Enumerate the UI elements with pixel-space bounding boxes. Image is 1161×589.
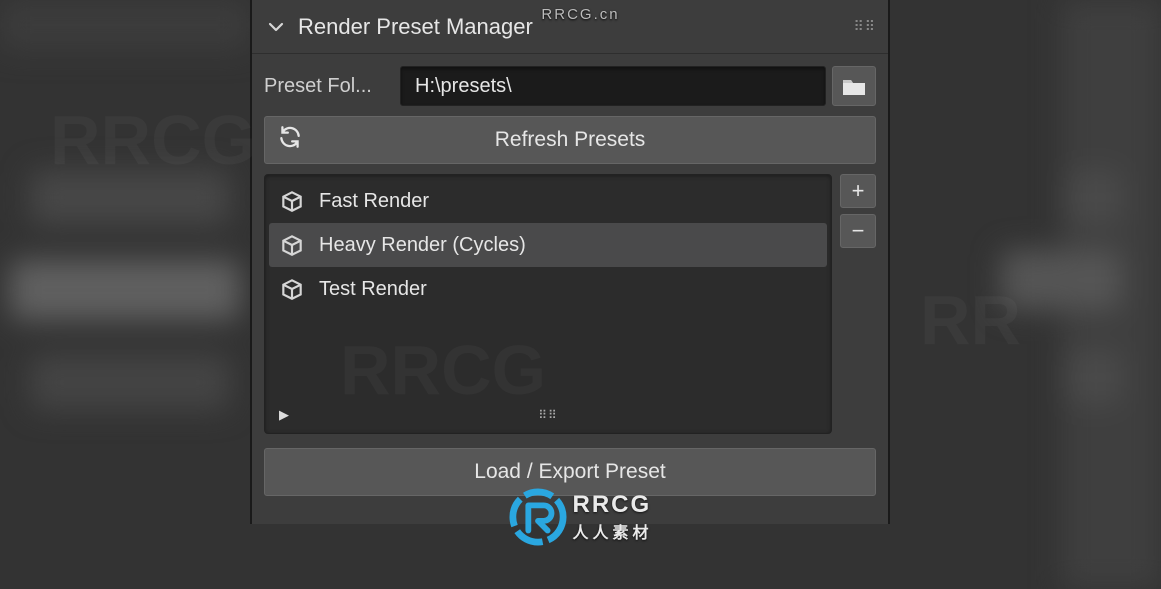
refresh-label: Refresh Presets [495,128,646,152]
list-item-label: Fast Render [319,190,429,213]
load-export-label: Load / Export Preset [474,460,665,484]
browse-folder-button[interactable] [832,66,876,106]
drag-dots-icon[interactable]: ⠿⠿ [853,18,876,35]
refresh-row: Refresh Presets [264,116,876,164]
remove-preset-button[interactable]: − [840,214,876,248]
chevron-down-icon [264,15,288,39]
plus-icon: + [852,180,865,202]
preset-folder-input[interactable] [400,66,826,106]
watermark-center: RRCG 人人素材 [508,488,652,546]
preset-list: Fast Render Heavy Render (Cycles) Test R… [264,174,832,434]
panel-body: Preset Fol... Refresh [252,54,888,514]
preset-icon [279,188,305,214]
render-preset-panel: Render Preset Manager ⠿⠿ Preset Fol... [250,0,890,524]
minus-icon: − [852,220,865,242]
list-item[interactable]: Fast Render [269,179,827,223]
watermark-top: RRCG.cn [541,6,619,23]
rrcg-logo-icon [508,488,566,546]
list-item[interactable]: Test Render [269,267,827,311]
grip-icon[interactable]: ⠿⠿ [538,408,558,422]
preset-folder-label: Preset Fol... [264,75,394,98]
list-footer: ▶ ⠿⠿ [269,401,827,429]
play-icon[interactable]: ▶ [279,407,289,423]
add-preset-button[interactable]: + [840,174,876,208]
refresh-icon [277,124,303,156]
preset-icon [279,232,305,258]
folder-icon [841,75,867,97]
preset-list-container: Fast Render Heavy Render (Cycles) Test R… [264,174,876,434]
watermark-brand-cn: 人人素材 [572,519,652,543]
preset-folder-row: Preset Fol... [264,66,876,106]
preset-icon [279,276,305,302]
list-item-label: Heavy Render (Cycles) [319,234,526,257]
list-item[interactable]: Heavy Render (Cycles) [269,223,827,267]
refresh-presets-button[interactable]: Refresh Presets [264,116,876,164]
list-side-buttons: + − [840,174,876,434]
watermark-brand-en: RRCG [572,491,652,519]
list-item-label: Test Render [319,278,427,301]
